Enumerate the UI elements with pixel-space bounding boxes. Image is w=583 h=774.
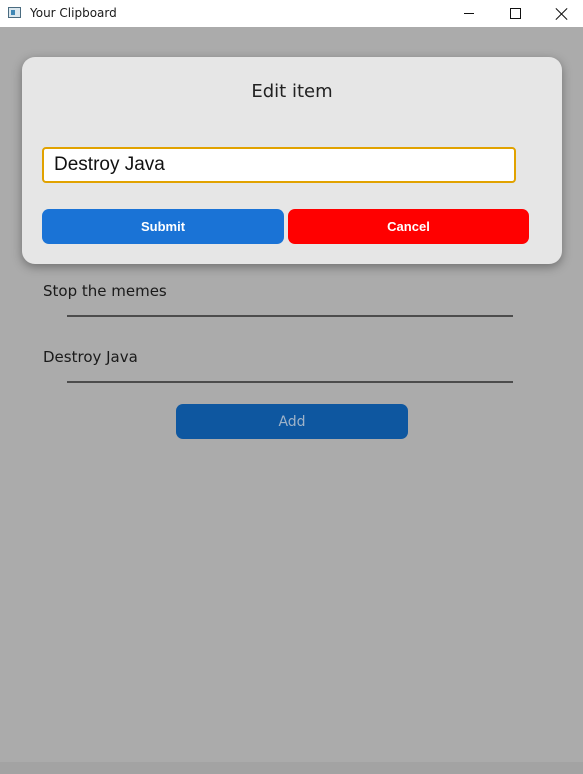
list-item[interactable]: Destroy Java [43, 348, 138, 366]
close-button[interactable] [538, 0, 583, 27]
cancel-button[interactable]: Cancel [288, 209, 529, 244]
dialog-title: Edit item [251, 81, 333, 102]
edit-item-dialog: Edit item Submit Cancel [22, 57, 562, 264]
edit-item-input[interactable] [42, 147, 516, 183]
close-icon [555, 8, 567, 20]
divider [67, 315, 513, 317]
add-button[interactable]: Add [176, 404, 408, 439]
maximize-icon [509, 8, 521, 19]
divider [67, 381, 513, 383]
maximize-button[interactable] [492, 0, 538, 27]
title-bar: Your Clipboard [0, 0, 583, 27]
submit-button[interactable]: Submit [42, 209, 284, 244]
minimize-button[interactable] [446, 0, 492, 27]
window-title: Your Clipboard [30, 6, 117, 20]
window-bottom-edge [0, 762, 583, 774]
minimize-icon [464, 13, 474, 14]
app-icon [8, 7, 21, 18]
list-item[interactable]: Stop the memes [43, 282, 167, 300]
